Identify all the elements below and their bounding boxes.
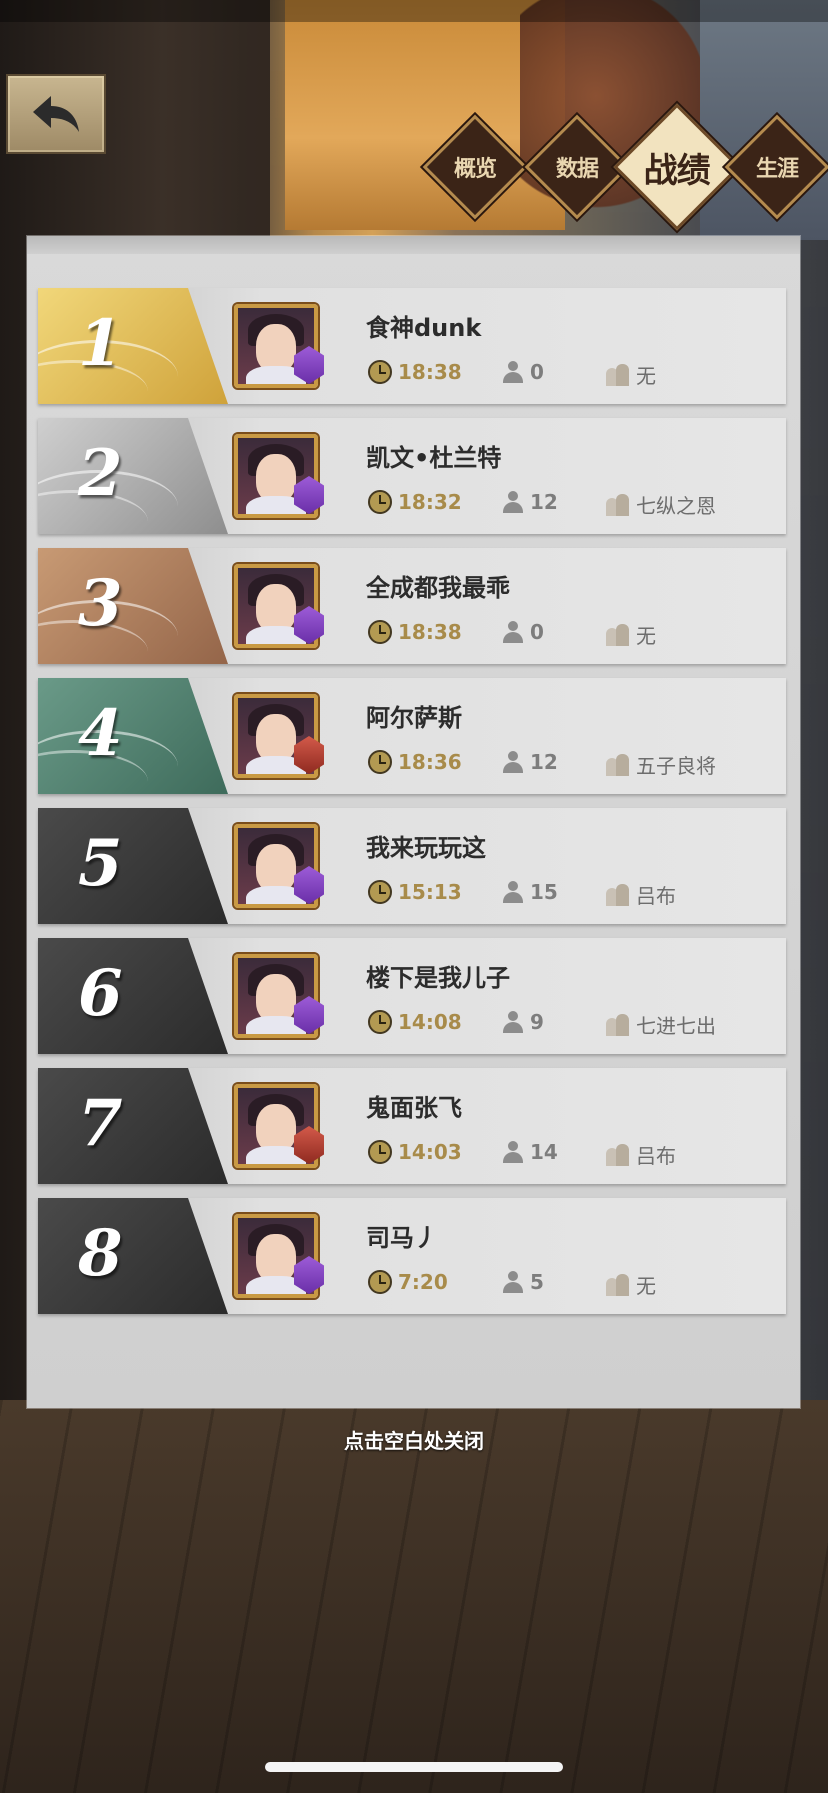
rank-number: 3 <box>78 566 123 641</box>
back-arrow-icon <box>33 96 79 132</box>
people-icon <box>604 493 630 516</box>
survival-time: 18:36 <box>368 750 462 774</box>
ranking-row[interactable]: 6 楼下是我儿子 14:08 9 七进七出 <box>38 938 786 1054</box>
people-icon <box>604 1143 630 1166</box>
kill-count: 0 <box>502 620 544 644</box>
rank-plate <box>38 808 228 924</box>
clock-icon <box>368 750 392 774</box>
people-icon <box>604 1013 630 1036</box>
ranking-row[interactable]: 5 我来玩玩这 15:13 15 吕布 <box>38 808 786 924</box>
tab-label: 概览 <box>453 155 497 182</box>
ranking-row[interactable]: 7 鬼面张飞 14:03 14 吕布 <box>38 1068 786 1184</box>
tab-overview[interactable]: 概览 <box>422 114 528 220</box>
player-title: 五子良将 <box>604 750 716 779</box>
rank-number: 2 <box>78 436 123 511</box>
tab-career[interactable]: 生涯 <box>724 114 828 220</box>
rank-plate <box>38 678 228 794</box>
player-name: 司马丿 <box>366 1224 438 1252</box>
clock-icon <box>368 1140 392 1164</box>
player-name: 楼下是我儿子 <box>366 964 510 992</box>
tab-label: 数据 <box>555 155 599 182</box>
rank-plate <box>38 1068 228 1184</box>
people-icon <box>604 363 630 386</box>
kill-count: 9 <box>502 1010 544 1034</box>
player-title: 吕布 <box>604 880 676 909</box>
tab-label: 生涯 <box>755 155 799 182</box>
people-icon <box>604 623 630 646</box>
people-icon <box>604 883 630 906</box>
people-icon <box>604 753 630 776</box>
player-title: 无 <box>604 1270 656 1299</box>
clock-icon <box>368 1270 392 1294</box>
rank-number: 4 <box>78 696 123 771</box>
ranking-panel-header <box>27 236 800 254</box>
player-name: 全成都我最乖 <box>366 574 510 602</box>
player-title: 无 <box>604 360 656 389</box>
person-icon <box>502 1141 524 1163</box>
survival-time: 7:20 <box>368 1270 448 1294</box>
rank-plate <box>38 938 228 1054</box>
tab-label: 战绩 <box>644 150 710 191</box>
kill-count: 5 <box>502 1270 544 1294</box>
person-icon <box>502 751 524 773</box>
survival-time: 15:13 <box>368 880 462 904</box>
player-name: 食神dunk <box>366 314 482 342</box>
ranking-row[interactable]: 4 阿尔萨斯 18:36 12 五子良将 <box>38 678 786 794</box>
survival-time: 14:08 <box>368 1010 462 1034</box>
rank-number: 5 <box>78 826 123 901</box>
rank-number: 1 <box>78 306 123 381</box>
rank-plate <box>38 1198 228 1314</box>
player-name: 我来玩玩这 <box>366 834 486 862</box>
status-bar <box>0 0 828 22</box>
clock-icon <box>368 360 392 384</box>
player-title: 七纵之恩 <box>604 490 716 519</box>
player-name: 鬼面张飞 <box>366 1094 462 1122</box>
rank-plate <box>38 548 228 664</box>
ranking-row[interactable]: 1 食神dunk 18:38 0 无 <box>38 288 786 404</box>
survival-time: 18:32 <box>368 490 462 514</box>
rank-number: 6 <box>78 956 123 1031</box>
player-title: 无 <box>604 620 656 649</box>
clock-icon <box>368 880 392 904</box>
player-title: 吕布 <box>604 1140 676 1169</box>
survival-time: 18:38 <box>368 360 462 384</box>
person-icon <box>502 491 524 513</box>
tab-bar: 概览 数据 战绩 生涯 <box>420 103 828 231</box>
kill-count: 12 <box>502 750 558 774</box>
kill-count: 14 <box>502 1140 558 1164</box>
clock-icon <box>368 490 392 514</box>
background-floor <box>0 1400 828 1793</box>
person-icon <box>502 881 524 903</box>
survival-time: 18:38 <box>368 620 462 644</box>
person-icon <box>502 1271 524 1293</box>
people-icon <box>604 1273 630 1296</box>
kill-count: 0 <box>502 360 544 384</box>
ranking-row[interactable]: 2 凯文•杜兰特 18:32 12 七纵之恩 <box>38 418 786 534</box>
player-title: 七进七出 <box>604 1010 716 1039</box>
rank-number: 7 <box>78 1086 123 1161</box>
clock-icon <box>368 620 392 644</box>
player-name: 凯文•杜兰特 <box>366 444 502 472</box>
rank-number: 8 <box>78 1216 123 1291</box>
home-indicator[interactable] <box>265 1762 563 1772</box>
person-icon <box>502 361 524 383</box>
close-hint[interactable]: 点击空白处关闭 <box>0 1425 828 1454</box>
player-name: 阿尔萨斯 <box>366 704 462 732</box>
survival-time: 14:03 <box>368 1140 462 1164</box>
ranking-row[interactable]: 3 全成都我最乖 18:38 0 无 <box>38 548 786 664</box>
ranking-row[interactable]: 8 司马丿 7:20 5 无 <box>38 1198 786 1314</box>
kill-count: 15 <box>502 880 558 904</box>
kill-count: 12 <box>502 490 558 514</box>
person-icon <box>502 1011 524 1033</box>
clock-icon <box>368 1010 392 1034</box>
back-button[interactable] <box>6 74 106 154</box>
person-icon <box>502 621 524 643</box>
rank-plate <box>38 418 228 534</box>
rank-plate <box>38 288 228 404</box>
